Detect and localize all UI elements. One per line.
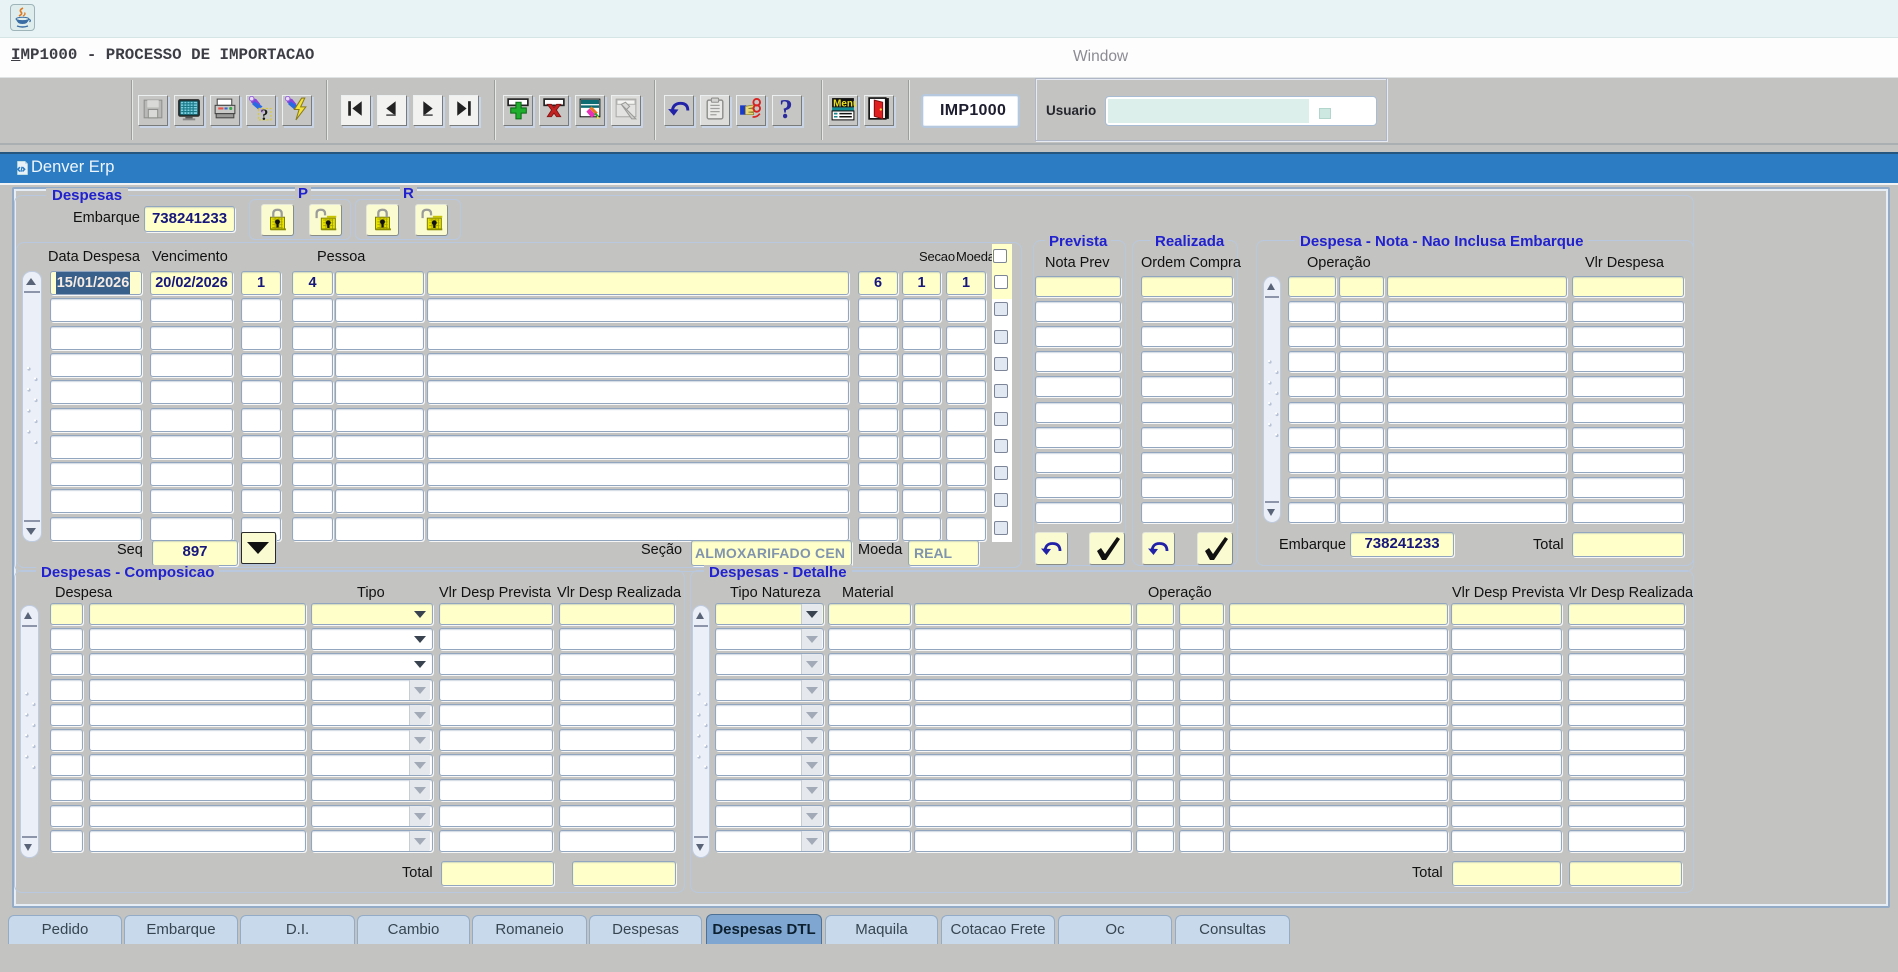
svg-text:?: ? bbox=[779, 96, 793, 123]
svg-text:?: ? bbox=[260, 107, 268, 123]
